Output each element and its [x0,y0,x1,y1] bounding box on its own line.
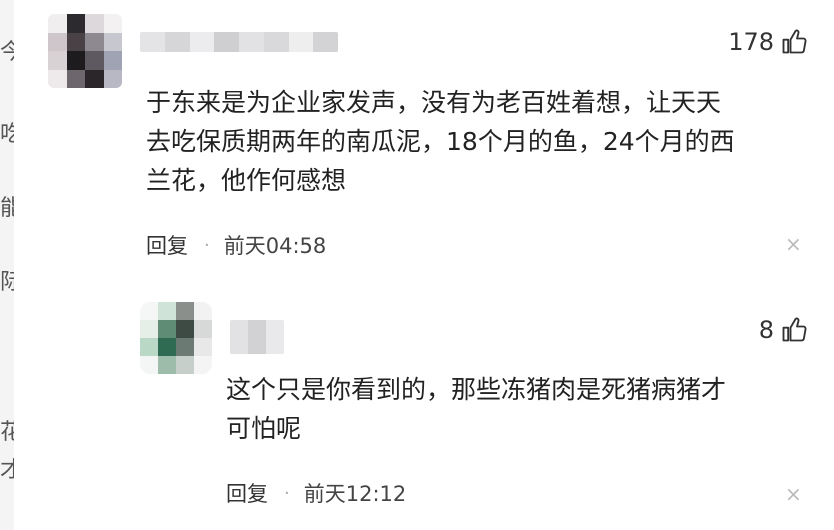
reply-meta: 回复 · 前天12:12 [226,478,406,508]
reply-text-line: 可怕呢 [226,414,302,443]
comment-text-line: 去吃保质期两年的南瓜泥，18个月的鱼，24个月的西 [146,127,735,156]
edge-glyph: 才 [0,458,14,483]
left-edge-strip: 今 吃 能 际 花 才 [0,0,14,530]
username-blurred[interactable] [140,32,338,52]
reply-text-line: 这个只是你看到的，那些冻猪肉是死猪病猪才 [226,375,727,404]
edge-glyph: 今 [0,40,14,65]
comment-text-line: 于东来是为企业家发声，没有为老百姓着想，让天天 [146,88,722,117]
close-icon[interactable]: × [785,234,802,254]
meta-separator: · [204,234,210,256]
edge-glyph: 际 [0,270,14,295]
thumbs-up-icon [782,29,807,54]
reply-text: 这个只是你看到的，那些冻猪肉是死猪病猪才 可怕呢 [226,370,806,448]
thumbs-up-icon [782,317,807,342]
reply-button[interactable]: 回复 [146,230,188,260]
like-count-value: 8 [758,316,774,344]
close-icon[interactable]: × [785,484,802,504]
comment-text: 于东来是为企业家发声，没有为老百姓着想，让天天 去吃保质期两年的南瓜泥，18个月… [146,83,806,200]
meta-separator: · [284,482,290,504]
reply-button[interactable]: 回复 [226,478,268,508]
edge-glyph: 吃 [0,122,14,147]
like-count[interactable]: 178 [728,28,808,56]
comment-meta: 回复 · 前天04:58 [146,230,326,260]
reply-timestamp: 前天12:12 [303,482,407,506]
avatar[interactable] [48,14,122,88]
like-count[interactable]: 8 [759,316,808,344]
like-count-value: 178 [728,28,774,56]
comment-text-line: 兰花，他作何感想 [146,166,347,195]
comment-timestamp: 前天04:58 [223,234,327,258]
edge-glyph: 能 [0,196,14,221]
username-blurred[interactable] [230,320,284,354]
avatar[interactable] [140,302,212,374]
edge-glyph: 花 [0,420,14,445]
